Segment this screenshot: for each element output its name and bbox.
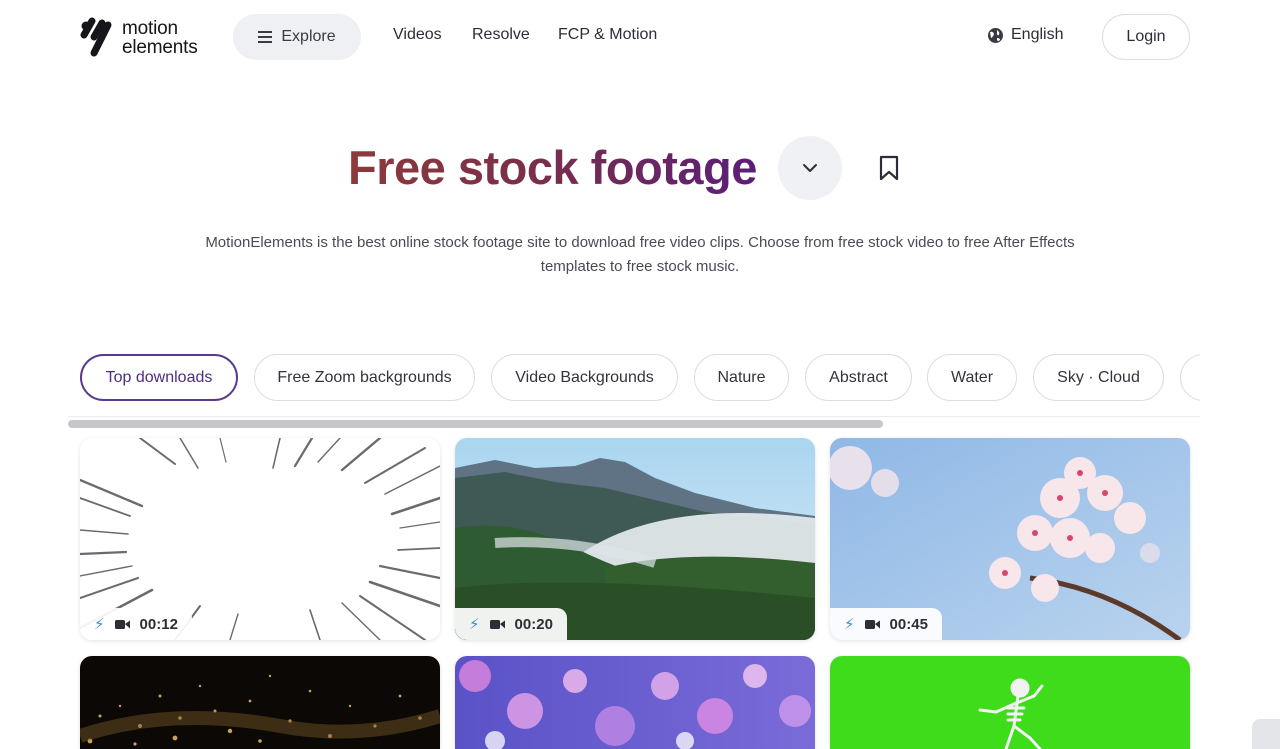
clip-duration: 00:12 (139, 615, 178, 633)
language-selector[interactable]: English (987, 26, 1063, 44)
explore-button[interactable]: Explore (233, 14, 361, 60)
hamburger-menu-icon (258, 31, 273, 43)
clip-duration: 00:45 (889, 615, 928, 633)
bolt-icon: ⚡︎ (94, 616, 105, 633)
globe-icon (988, 27, 1003, 43)
logo-wordmark: motion elements (122, 19, 198, 57)
motionelements-logo[interactable]: motion elements (80, 16, 200, 60)
chip-free-zoom-backgrounds[interactable]: Free Zoom backgrounds (254, 354, 475, 401)
logo-mark-icon (80, 17, 112, 57)
chip-sky-cloud[interactable]: Sky · Cloud (1033, 354, 1164, 401)
chip-abstract[interactable]: Abstract (805, 354, 912, 401)
bookmark-button[interactable] (875, 151, 903, 185)
clip-card-green-screen-skeleton[interactable] (830, 656, 1190, 749)
language-label: English (1011, 26, 1064, 43)
chip-top-downloads[interactable]: Top downloads (80, 354, 238, 401)
video-camera-icon (489, 619, 505, 629)
explore-label: Explore (281, 28, 336, 45)
clip-card-cherry-blossom[interactable]: ⚡︎ 00:45 (830, 438, 1190, 640)
site-header: motion elements Explore Videos Resolve F… (0, 0, 1280, 74)
logo-word-motion: motion (122, 18, 178, 39)
bolt-icon: ⚡︎ (844, 616, 855, 633)
chevron-down-icon (803, 164, 817, 172)
chip-water[interactable]: Water (927, 354, 1017, 401)
help-widget-button[interactable] (1252, 719, 1280, 749)
nav-link-videos[interactable]: Videos (393, 26, 442, 44)
clip-duration-badge: ⚡︎ 00:20 (455, 608, 567, 640)
video-camera-icon (114, 619, 130, 629)
bookmark-icon (879, 155, 899, 181)
clip-duration-badge: ⚡︎ 00:12 (80, 608, 192, 640)
clip-thumbnail (455, 656, 815, 749)
page-title: Free stock footage (348, 138, 757, 198)
clip-thumbnail (830, 656, 1190, 749)
nav-link-fcp-motion[interactable]: FCP & Motion (558, 26, 657, 44)
login-button[interactable]: Login (1102, 14, 1190, 60)
bolt-icon: ⚡︎ (469, 616, 480, 633)
clip-duration-badge: ⚡︎ 00:45 (830, 608, 942, 640)
clip-thumbnail (80, 656, 440, 749)
page-description: MotionElements is the best online stock … (205, 234, 1075, 275)
clip-card-bokeh-lights[interactable] (455, 656, 815, 749)
video-camera-icon (864, 619, 880, 629)
chip-nature[interactable]: Nature (694, 354, 789, 401)
nav-link-resolve[interactable]: Resolve (472, 26, 530, 44)
chip-video-backgrounds[interactable]: Video Backgrounds (491, 354, 678, 401)
clip-card-speed-lines[interactable]: ⚡︎ 00:12 (80, 438, 440, 640)
chips-scroll-thumb[interactable] (68, 420, 883, 428)
logo-word-elements: elements (122, 37, 198, 58)
clip-card-mountain-fog[interactable]: ⚡︎ 00:20 (455, 438, 815, 640)
chip-next-partial[interactable] (1180, 354, 1200, 401)
category-chips: Top downloads Free Zoom backgrounds Vide… (80, 354, 1200, 402)
clip-duration: 00:20 (514, 615, 553, 633)
clip-card-gold-particles[interactable] (80, 656, 440, 749)
title-dropdown-button[interactable] (778, 136, 842, 200)
